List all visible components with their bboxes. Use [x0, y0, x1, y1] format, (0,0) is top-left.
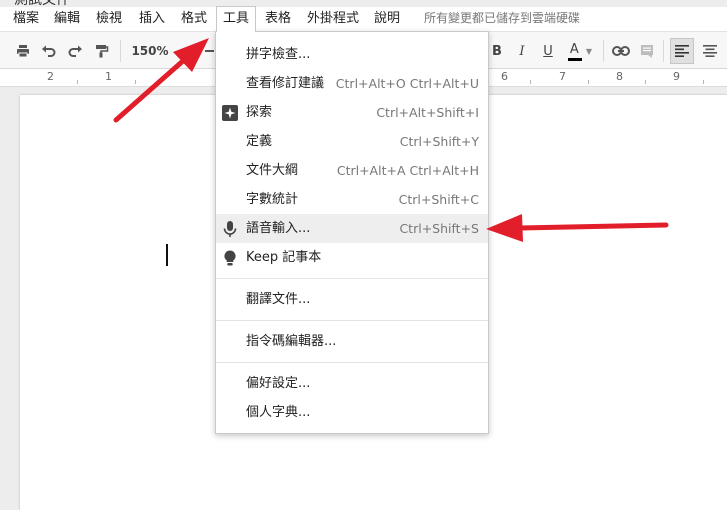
align-left-icon [675, 45, 689, 57]
menu-item-label: 探索 [246, 105, 273, 120]
menu-separator [216, 362, 488, 363]
ruler-tick [645, 80, 646, 84]
ruler-label: 2 [47, 70, 54, 83]
menu-item-label: 拼字檢查... [246, 47, 311, 62]
font-size-partial[interactable] [203, 32, 215, 70]
keep-lightbulb-icon [224, 250, 236, 266]
ruler-label: 1 [105, 70, 112, 83]
text-color-icon: A [569, 42, 579, 57]
save-status[interactable]: 所有變更都已儲存到雲端硬碟 [424, 7, 580, 31]
print-button[interactable] [12, 32, 34, 70]
chevron-down-icon: ▼ [585, 46, 593, 56]
menu-item-label: 字數統計 [246, 192, 299, 207]
menu-item-shortcut: Ctrl+Shift+S [399, 221, 479, 236]
zoom-value: 150% [131, 44, 169, 58]
ruler-tick [703, 80, 704, 84]
menu-item-explore[interactable]: 探索 Ctrl+Alt+Shift+I [216, 98, 488, 127]
menu-item-define[interactable]: 定義 Ctrl+Shift+Y [216, 127, 488, 156]
text-cursor [166, 244, 168, 266]
menu-separator [216, 320, 488, 321]
menu-view[interactable]: 檢視 [96, 7, 122, 31]
menu-item-spelling[interactable]: 拼字檢查... [216, 40, 488, 69]
menu-item-shortcut: Ctrl+Shift+Y [399, 134, 479, 149]
menu-item-keep-notepad[interactable]: Keep 記事本 [216, 243, 488, 272]
menu-item-label: 指令碼編輯器... [246, 334, 337, 349]
menu-item-label: 語音輸入... [246, 221, 311, 236]
menu-item-preferences[interactable]: 偏好設定... [216, 369, 488, 398]
menu-file[interactable]: 檔案 [13, 7, 39, 31]
align-center-icon [703, 45, 717, 57]
menu-item-label: Keep 記事本 [246, 250, 322, 265]
menu-item-shortcut: Ctrl+Alt+A Ctrl+Alt+H [336, 163, 479, 178]
explore-icon [222, 105, 238, 121]
menu-item-script-editor[interactable]: 指令碼編輯器... [216, 327, 488, 356]
menu-tools[interactable]: 工具 [216, 6, 257, 32]
menu-item-review-suggestions[interactable]: 查看修訂建議 Ctrl+Alt+O Ctrl+Alt+U [216, 69, 488, 98]
align-left-button[interactable] [670, 38, 694, 64]
toolbar-divider [120, 40, 121, 62]
underline-icon: U [543, 43, 553, 59]
dash-icon [204, 50, 214, 52]
link-icon [612, 46, 630, 56]
comment-icon [641, 45, 653, 58]
paint-format-icon [96, 45, 109, 58]
toolbar-divider [663, 40, 664, 62]
add-comment-button[interactable] [636, 32, 658, 70]
redo-button[interactable] [64, 32, 86, 70]
menu-item-shortcut: Ctrl+Shift+C [398, 192, 479, 207]
menu-item-personal-dictionary[interactable]: 個人字典... [216, 398, 488, 427]
undo-button[interactable] [38, 32, 60, 70]
ruler-tick [588, 80, 589, 84]
insert-link-button[interactable] [610, 32, 632, 70]
menu-item-voice-typing[interactable]: 語音輸入... Ctrl+Shift+S [216, 214, 488, 243]
align-center-button[interactable] [699, 32, 721, 70]
undo-icon [42, 45, 56, 57]
ruler-tick [530, 80, 531, 84]
menu-item-label: 文件大綱 [246, 163, 299, 178]
print-icon [17, 45, 29, 58]
menu-help[interactable]: 說明 [374, 7, 400, 31]
ruler-label: 6 [501, 70, 508, 83]
menu-item-word-count[interactable]: 字數統計 Ctrl+Shift+C [216, 185, 488, 214]
menu-item-document-outline[interactable]: 文件大綱 Ctrl+Alt+A Ctrl+Alt+H [216, 156, 488, 185]
menu-insert[interactable]: 插入 [139, 7, 165, 31]
menu-separator [216, 278, 488, 279]
menu-item-label: 翻譯文件... [246, 292, 311, 307]
menu-table[interactable]: 表格 [265, 7, 291, 31]
menu-item-shortcut: Ctrl+Alt+Shift+I [376, 105, 479, 120]
underline-button[interactable]: U [539, 32, 557, 70]
menu-format[interactable]: 格式 [181, 7, 207, 31]
menu-item-label: 偏好設定... [246, 376, 311, 391]
toolbar-divider [603, 40, 604, 62]
zoom-select[interactable]: 150% [128, 32, 172, 70]
ruler-label: 9 [673, 70, 680, 83]
italic-button[interactable]: I [514, 32, 530, 70]
menu-item-label: 查看修訂建議 [246, 76, 325, 91]
menu-addons[interactable]: 外掛程式 [307, 7, 359, 31]
tools-menu: 拼字檢查... 查看修訂建議 Ctrl+Alt+O Ctrl+Alt+U 探索 … [215, 31, 489, 434]
menu-item-label: 個人字典... [246, 405, 311, 420]
paint-format-button[interactable] [90, 32, 112, 70]
menu-item-label: 定義 [246, 134, 273, 149]
redo-icon [68, 45, 82, 57]
ruler-label: 7 [559, 70, 566, 83]
text-color-swatch [567, 58, 582, 61]
italic-icon: I [519, 43, 525, 59]
ruler-tick [135, 80, 136, 84]
menu-edit[interactable]: 編輯 [54, 7, 80, 31]
text-color-button[interactable]: A ▼ [563, 32, 597, 70]
bold-button[interactable]: B [489, 32, 505, 70]
ruler-label: 8 [616, 70, 623, 83]
microphone-icon [223, 221, 237, 237]
menu-bar: 檔案 編輯 檢視 插入 格式 工具 表格 外掛程式 說明 所有變更都已儲存到雲端… [0, 6, 727, 32]
menu-item-translate[interactable]: 翻譯文件... [216, 285, 488, 314]
bold-icon: B [492, 43, 502, 59]
menu-item-shortcut: Ctrl+Alt+O Ctrl+Alt+U [335, 76, 479, 91]
ruler-tick [77, 80, 78, 84]
